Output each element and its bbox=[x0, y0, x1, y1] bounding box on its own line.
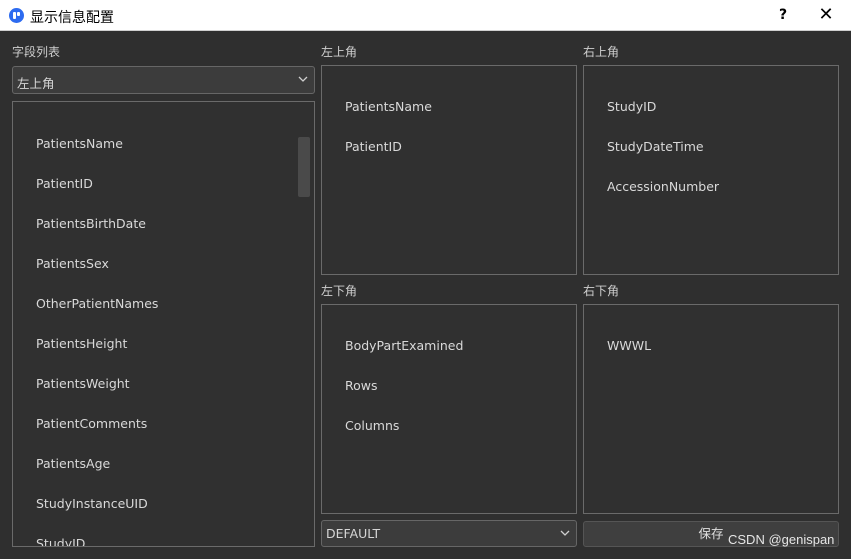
position-select-value: 左上角 bbox=[17, 76, 55, 91]
top-left-label: 左上角 bbox=[321, 45, 358, 59]
chevron-down-icon bbox=[560, 530, 570, 536]
list-item[interactable]: PatientsAge bbox=[36, 456, 110, 471]
list-item[interactable]: PatientsSex bbox=[36, 256, 109, 271]
list-item[interactable]: Rows bbox=[345, 378, 378, 393]
list-item[interactable]: WWWL bbox=[607, 338, 651, 353]
app-icon bbox=[9, 8, 24, 23]
list-item[interactable]: PatientComments bbox=[36, 416, 147, 431]
close-button[interactable]: ✕ bbox=[814, 4, 838, 26]
list-item[interactable]: StudyInstanceUID bbox=[36, 496, 148, 511]
list-item[interactable]: PatientsBirthDate bbox=[36, 216, 146, 231]
watermark: CSDN @genispan bbox=[728, 532, 835, 547]
scrollbar-thumb[interactable] bbox=[298, 137, 310, 197]
preset-select[interactable]: DEFAULT bbox=[321, 520, 577, 547]
list-item[interactable]: PatientsName bbox=[345, 99, 432, 114]
list-item[interactable]: StudyDateTime bbox=[607, 139, 704, 154]
list-item[interactable]: AccessionNumber bbox=[607, 179, 719, 194]
window-title: 显示信息配置 bbox=[30, 10, 114, 26]
top-left-panel[interactable]: PatientsName PatientID bbox=[321, 65, 577, 275]
list-item[interactable]: PatientID bbox=[36, 176, 93, 191]
list-item[interactable]: PatientID bbox=[345, 139, 402, 154]
help-button[interactable]: ? bbox=[772, 4, 794, 26]
bottom-right-panel[interactable]: WWWL bbox=[583, 304, 839, 514]
list-item[interactable]: BodyPartExamined bbox=[345, 338, 463, 353]
position-select[interactable]: 左上角 bbox=[12, 66, 315, 94]
preset-select-value: DEFAULT bbox=[326, 526, 381, 541]
list-item[interactable]: PatientsName bbox=[36, 136, 123, 151]
list-item[interactable]: PatientsWeight bbox=[36, 376, 130, 391]
list-item[interactable]: PatientsHeight bbox=[36, 336, 127, 351]
chevron-down-icon bbox=[298, 76, 308, 82]
list-item[interactable]: StudyID bbox=[36, 536, 85, 546]
bottom-left-label: 左下角 bbox=[321, 284, 358, 298]
list-item[interactable]: OtherPatientNames bbox=[36, 296, 158, 311]
title-bar: 显示信息配置 ? ✕ bbox=[0, 0, 851, 31]
top-right-label: 右上角 bbox=[583, 45, 620, 59]
bottom-right-label: 右下角 bbox=[583, 284, 620, 298]
field-list-label: 字段列表 bbox=[12, 45, 61, 59]
top-right-panel[interactable]: StudyID StudyDateTime AccessionNumber bbox=[583, 65, 839, 275]
bottom-left-panel[interactable]: BodyPartExamined Rows Columns bbox=[321, 304, 577, 514]
list-item[interactable]: Columns bbox=[345, 418, 399, 433]
field-list[interactable]: PatientsName PatientID PatientsBirthDate… bbox=[12, 101, 315, 547]
list-item[interactable]: StudyID bbox=[607, 99, 656, 114]
